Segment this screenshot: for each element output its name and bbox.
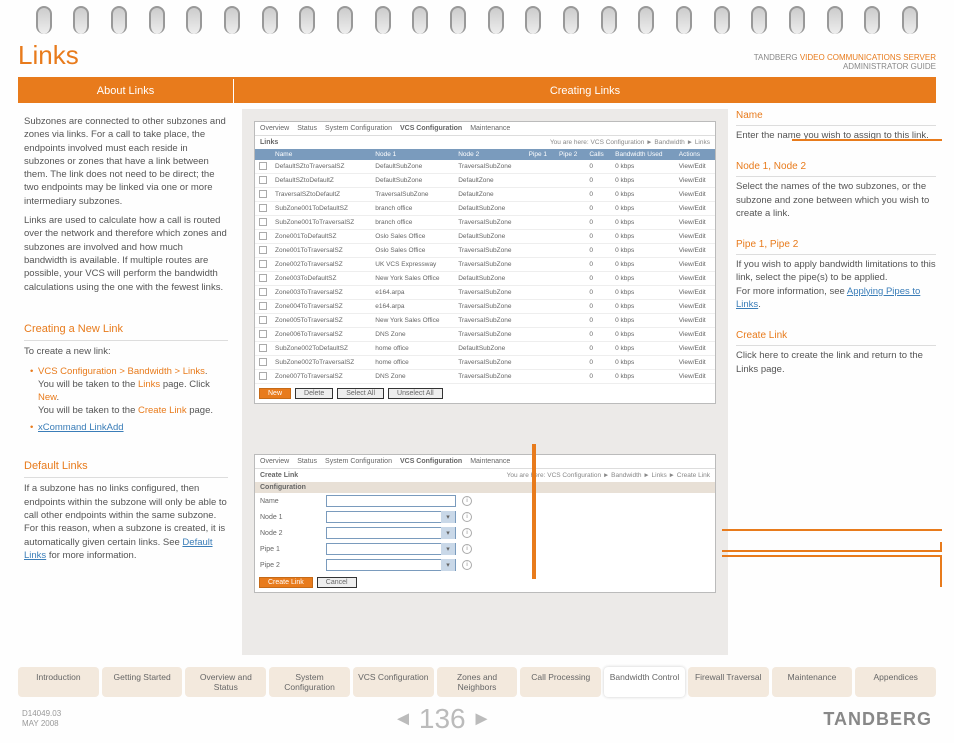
info-icon[interactable]: i	[462, 528, 472, 538]
pipe-1-input[interactable]: ▾	[326, 543, 456, 555]
field-pipes: Pipe 1, Pipe 2If you wish to apply bandw…	[736, 238, 936, 311]
next-page-icon[interactable]: ►	[472, 708, 492, 731]
node-1-input[interactable]: ▾	[326, 511, 456, 523]
table-row[interactable]: Zone003ToDefaultSZNew York Sales OfficeD…	[255, 272, 715, 286]
page-title: Links	[18, 40, 79, 71]
bottom-nav: IntroductionGetting StartedOverview and …	[18, 667, 936, 697]
table-row[interactable]: Zone006ToTraversalSZDNS ZoneTraversalSub…	[255, 328, 715, 342]
nav-tab[interactable]: Bandwidth Control	[604, 667, 685, 697]
configuration-heading: Configuration	[255, 482, 715, 493]
nav-tab[interactable]: Getting Started	[102, 667, 183, 697]
name-input[interactable]	[326, 495, 456, 507]
page-number: ◄136►	[393, 703, 491, 735]
about-text: Subzones are connected to other subzones…	[18, 109, 234, 306]
callout-line	[792, 139, 942, 141]
nav-tab[interactable]: System Configuration	[269, 667, 350, 697]
delete-button[interactable]: Delete	[295, 388, 333, 399]
unselect-all-button[interactable]: Unselect All	[388, 388, 443, 399]
brand-logo: TANDBERG	[823, 709, 932, 730]
xcommand-link[interactable]: xCommand LinkAdd	[38, 422, 124, 433]
left-column: Subzones are connected to other subzones…	[18, 109, 234, 655]
table-row[interactable]: TraversalSZtoDefaultZTraversalSubZoneDef…	[255, 188, 715, 202]
create-link-button[interactable]: Create Link	[259, 577, 313, 588]
form-row: Namei	[255, 493, 715, 509]
info-icon[interactable]: i	[462, 544, 472, 554]
section-tabs: About Links Creating Links	[18, 79, 936, 103]
field-nodes: Node 1, Node 2Select the names of the tw…	[736, 160, 936, 220]
table-row[interactable]: Zone001ToDefaultSZOslo Sales OfficeDefau…	[255, 230, 715, 244]
header-brand: TANDBERG VIDEO COMMUNICATIONS SERVER ADM…	[754, 53, 936, 71]
field-create-link: Create LinkClick here to create the link…	[736, 329, 936, 376]
table-row[interactable]: Zone001ToTraversalSZOslo Sales OfficeTra…	[255, 244, 715, 258]
table-row[interactable]: SubZone001ToDefaultSZbranch officeDefaul…	[255, 202, 715, 216]
table-row[interactable]: SubZone002ToDefaultSZhome officeDefaultS…	[255, 342, 715, 356]
form-row: Node 1▾i	[255, 509, 715, 525]
nav-tab[interactable]: Appendices	[855, 667, 936, 697]
nav-tab[interactable]: Introduction	[18, 667, 99, 697]
form-row: Pipe 1▾i	[255, 541, 715, 557]
cancel-button[interactable]: Cancel	[317, 577, 357, 588]
nav-tab[interactable]: Call Processing	[520, 667, 601, 697]
form-row: Pipe 2▾i	[255, 557, 715, 573]
table-row[interactable]: Zone005ToTraversalSZNew York Sales Offic…	[255, 314, 715, 328]
select-all-button[interactable]: Select All	[337, 388, 384, 399]
nav-tab[interactable]: VCS Configuration	[353, 667, 434, 697]
step-xcommand: xCommand LinkAdd	[30, 421, 228, 434]
page-header: Links TANDBERG VIDEO COMMUNICATIONS SERV…	[10, 40, 944, 77]
default-links: Default Links If a subzone has no links …	[18, 453, 234, 574]
center-screenshots: OverviewStatusSystem ConfigurationVCS Co…	[242, 109, 728, 655]
table-row[interactable]: Zone004ToTraversalSZe164.arpaTraversalSu…	[255, 300, 715, 314]
tab-about-links[interactable]: About Links	[18, 79, 234, 103]
screenshot-create-link: OverviewStatusSystem ConfigurationVCS Co…	[254, 454, 716, 593]
spiral-binding	[10, 0, 944, 40]
creating-new-link: Creating a New Link To create a new link…	[18, 316, 234, 443]
info-icon[interactable]: i	[462, 560, 472, 570]
new-button[interactable]: New	[259, 388, 291, 399]
tab-creating-links[interactable]: Creating Links	[234, 79, 936, 103]
node-2-input[interactable]: ▾	[326, 527, 456, 539]
nav-tab[interactable]: Firewall Traversal	[688, 667, 769, 697]
callout-line	[722, 555, 942, 587]
nav-tab[interactable]: Zones and Neighbors	[437, 667, 518, 697]
callout-line	[722, 529, 942, 531]
screenshot-links-list: OverviewStatusSystem ConfigurationVCS Co…	[254, 121, 716, 404]
links-table: NameNode 1Node 2Pipe 1Pipe 2CallsBandwid…	[255, 149, 715, 384]
info-icon[interactable]: i	[462, 512, 472, 522]
callout-line	[722, 542, 942, 552]
field-name: NameEnter the name you wish to assign to…	[736, 109, 936, 142]
pipe-2-input[interactable]: ▾	[326, 559, 456, 571]
default-links-title: Default Links	[24, 459, 228, 478]
prev-page-icon[interactable]: ◄	[393, 708, 413, 731]
creating-new-link-title: Creating a New Link	[24, 322, 228, 341]
nav-tab[interactable]: Maintenance	[772, 667, 853, 697]
form-row: Node 2▾i	[255, 525, 715, 541]
table-row[interactable]: Zone007ToTraversalSZDNS ZoneTraversalSub…	[255, 370, 715, 384]
table-row[interactable]: SubZone001ToTraversalSZbranch officeTrav…	[255, 216, 715, 230]
page-footer: D14049.03MAY 2008 ◄136► TANDBERG	[10, 701, 944, 743]
info-icon[interactable]: i	[462, 496, 472, 506]
table-row[interactable]: DefaultSZtoTraversalSZDefaultSubZoneTrav…	[255, 160, 715, 174]
callout-line	[532, 444, 536, 579]
table-row[interactable]: Zone003ToTraversalSZe164.arpaTraversalSu…	[255, 286, 715, 300]
screenshot-nav: OverviewStatusSystem ConfigurationVCS Co…	[255, 122, 715, 136]
table-row[interactable]: DefaultSZtoDefaultZDefaultSubZoneDefault…	[255, 174, 715, 188]
table-row[interactable]: Zone002ToTraversalSZUK VCS ExpresswayTra…	[255, 258, 715, 272]
table-row[interactable]: SubZone002ToTraversalSZhome officeTraver…	[255, 356, 715, 370]
nav-tab[interactable]: Overview and Status	[185, 667, 266, 697]
step-1: VCS Configuration > Bandwidth > Links.Yo…	[30, 365, 228, 418]
